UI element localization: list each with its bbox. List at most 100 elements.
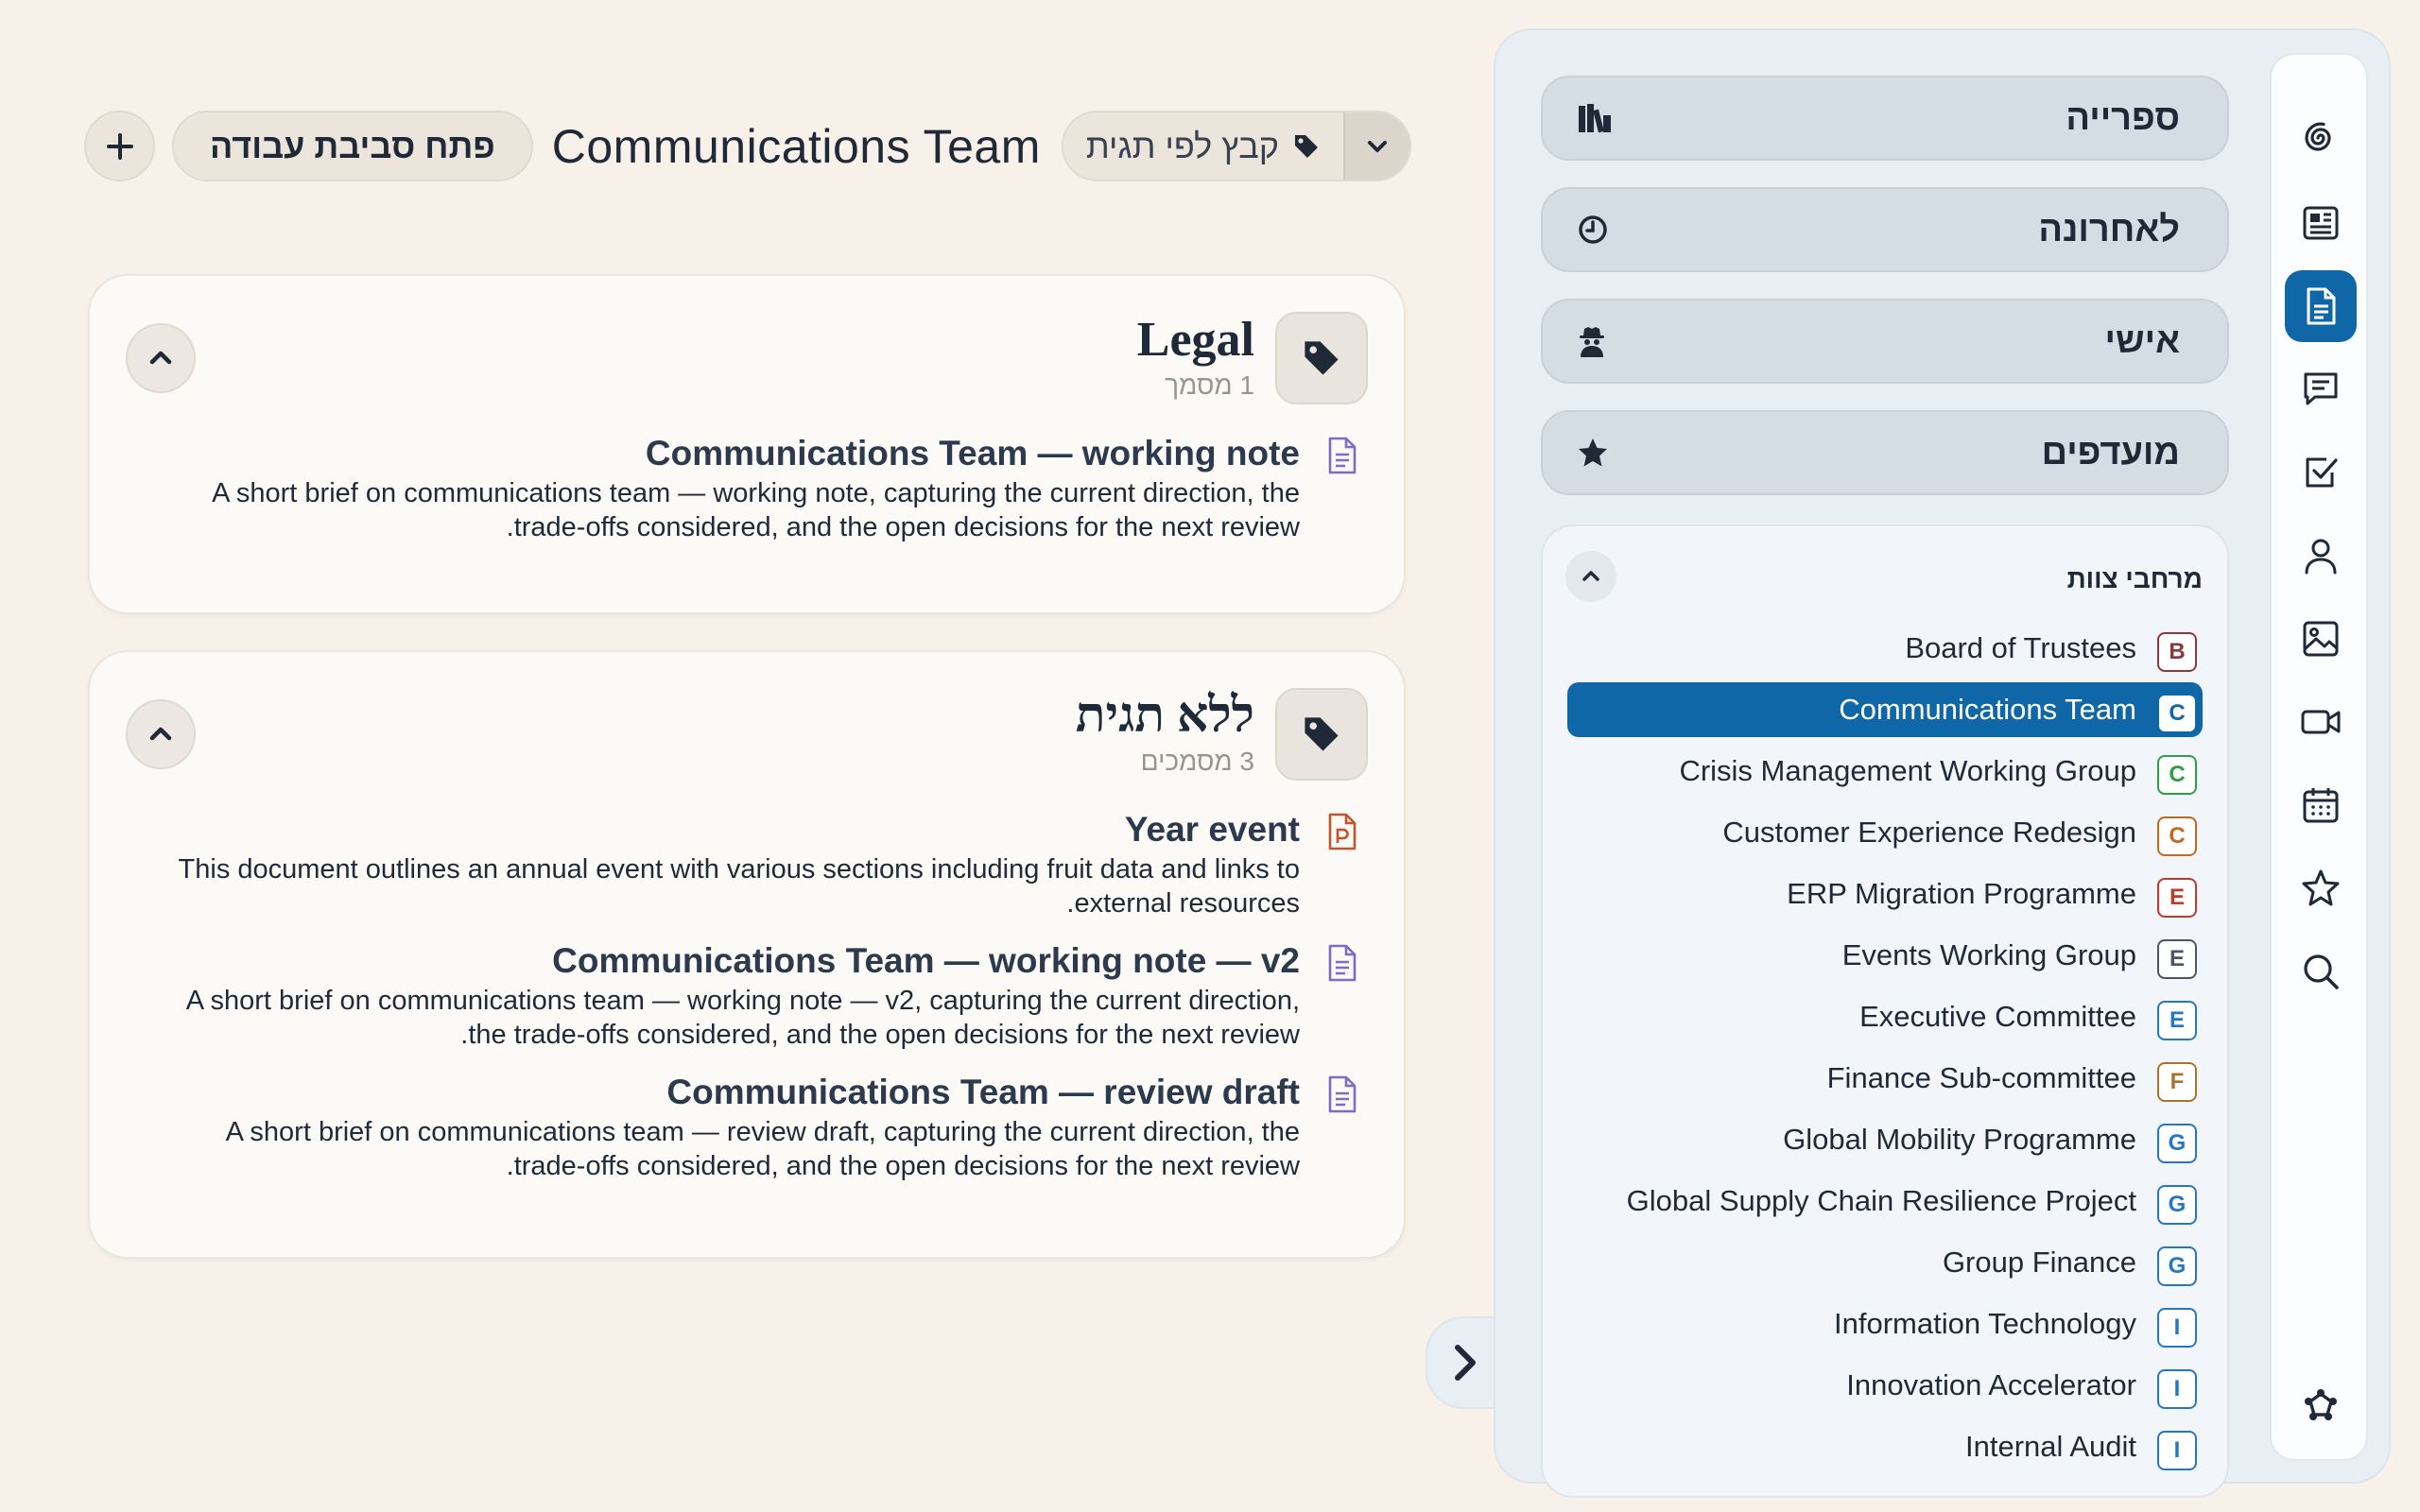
group-by-toggle[interactable] (1343, 112, 1410, 180)
image-icon[interactable] (2285, 603, 2357, 675)
workspace-item[interactable]: Global Mobility Programme G (1567, 1112, 2203, 1167)
document-item[interactable]: Year event This document outlines an ann… (90, 807, 1404, 920)
group-tag-badge (1275, 688, 1368, 781)
checkbox-icon[interactable] (2285, 437, 2357, 508)
group-by-current[interactable]: קבץ לפי תגית (1063, 112, 1343, 180)
tag-icon (1295, 134, 1319, 158)
workspace-badge: B (2157, 632, 2197, 672)
document-icon (1328, 437, 1357, 474)
workspace-name: Events Working Group (1841, 938, 2136, 971)
workspace-item[interactable]: Customer Experience Redesign C (1567, 805, 2203, 860)
document-icon (1328, 944, 1357, 982)
document-title[interactable]: Communications Team — review draft (147, 1070, 1300, 1115)
workspace-name: Global Mobility Programme (1783, 1123, 2136, 1156)
workspace-item[interactable]: Communications Team C (1567, 682, 2203, 737)
page-title: Communications Team (551, 119, 1041, 173)
collapse-group-button[interactable] (126, 323, 196, 393)
tag-icon (1305, 717, 1339, 751)
workspace-name: Crisis Management Working Group (1679, 754, 2136, 787)
tag-icon (1305, 341, 1339, 375)
workspace-name: Information Technology (1834, 1307, 2136, 1340)
page-header: פתח סביבת עבודה Communications Team קבץ … (84, 111, 1412, 181)
document-icon[interactable] (2285, 270, 2357, 342)
workspace-name: Innovation Accelerator (1846, 1368, 2136, 1401)
team-workspaces-section: מרחבי צוות Board of Trustees B Communicati… (1541, 524, 2229, 1498)
sidebar-item-library[interactable]: ספרייה (1541, 76, 2229, 161)
workspace-item[interactable]: Global Supply Chain Resilience Project G (1567, 1174, 2203, 1228)
sidebar-item-label: ספרייה (2066, 97, 2180, 138)
document-title[interactable]: Communications Team — working note (147, 431, 1300, 476)
group-by-label: קבץ לפי תגית (1085, 126, 1280, 165)
tag-group-card: ללא תגית 3 מסמכים Year event This docume… (88, 650, 1406, 1259)
workspace-badge: E (2157, 878, 2197, 918)
document-description: A short brief on communications team — w… (185, 986, 1300, 1050)
video-icon[interactable] (2285, 686, 2357, 758)
collapse-workspaces-button[interactable] (1565, 551, 1616, 602)
workspace-list: Board of Trustees B Communications Team C Cr… (1543, 621, 2227, 1474)
workspace-item[interactable]: Finance Sub-committee F (1567, 1051, 2203, 1106)
workspace-item[interactable]: Group Finance G (1567, 1235, 2203, 1290)
workspace-item[interactable]: Board of Trustees B (1567, 621, 2203, 676)
workspace-name: Global Supply Chain Resilience Project (1626, 1184, 2136, 1217)
group-doc-count: 1 מסמך (1165, 370, 1254, 400)
sidebar-item-label: אישי (2104, 320, 2180, 361)
user-icon[interactable] (2285, 520, 2357, 592)
sidebar-panel: ספרייה לאחרונה אישי מועדפים מרחבי צוות B… (1494, 28, 2391, 1498)
add-button[interactable] (84, 111, 155, 181)
workspace-name: ERP Migration Programme (1787, 877, 2136, 910)
settings-icon[interactable] (2285, 1370, 2357, 1442)
user-secret-icon (1580, 327, 1604, 357)
group-title: Legal (1136, 313, 1254, 367)
workspace-item[interactable]: Executive Committee E (1567, 989, 2203, 1044)
open-workspace-button[interactable]: פתח סביבת עבודה (172, 111, 533, 181)
workspace-badge: C (2157, 755, 2197, 795)
workspace-name: Customer Experience Redesign (1722, 816, 2136, 849)
workspace-name: Finance Sub-committee (1826, 1061, 2136, 1094)
calendar-icon[interactable] (2285, 769, 2357, 841)
chat-icon[interactable] (2285, 353, 2357, 425)
group-tag-badge (1275, 312, 1368, 404)
document-description: A short brief on communications team — r… (225, 1117, 1300, 1181)
document-icon (1328, 1075, 1357, 1113)
workspace-badge: F (2157, 1062, 2197, 1102)
workspace-item[interactable]: Crisis Management Working Group C (1567, 744, 2203, 799)
sidebar-item-label: מועדפים (2041, 432, 2180, 472)
document-description: A short brief on communications team — w… (212, 478, 1300, 542)
workspace-badge: E (2157, 1001, 2197, 1040)
collapse-group-button[interactable] (126, 699, 196, 769)
plus-icon (106, 132, 133, 160)
sidebar-item-recent[interactable]: לאחרונה (1541, 187, 2229, 272)
spiral-logo-icon[interactable] (2285, 102, 2357, 174)
sidebar-item-favorites[interactable]: מועדפים (1541, 410, 2229, 495)
workspace-item[interactable]: ERP Migration Programme E (1567, 867, 2203, 921)
document-title[interactable]: Communications Team — working note — v2 (147, 938, 1300, 984)
star-icon[interactable] (2285, 852, 2357, 924)
chevron-up-icon (149, 727, 172, 741)
star-icon (1579, 438, 1607, 467)
workspace-item[interactable]: Events Working Group E (1567, 928, 2203, 983)
workspace-badge: G (2157, 1185, 2197, 1225)
workspace-item[interactable]: Internal Audit I (1567, 1419, 2203, 1474)
workspace-badge: G (2157, 1124, 2197, 1163)
document-item[interactable]: Communications Team — working note A sho… (90, 431, 1404, 544)
workspace-item[interactable]: Innovation Accelerator I (1567, 1358, 2203, 1413)
chevron-down-icon (1368, 140, 1388, 152)
chevron-up-icon (1582, 571, 1599, 581)
group-by-dropdown[interactable]: קבץ לפי תגית (1061, 111, 1412, 181)
workspace-name: Communications Team (1839, 693, 2136, 726)
clock-icon (1579, 215, 1607, 244)
chevron-up-icon (149, 351, 172, 365)
document-item[interactable]: Communications Team — working note — v2 … (90, 938, 1404, 1052)
workspace-item[interactable]: Information Technology I (1567, 1297, 2203, 1351)
search-icon[interactable] (2285, 936, 2357, 1007)
workspaces-heading: מרחבי צוות (2066, 564, 2203, 593)
document-title[interactable]: Year event (147, 807, 1300, 852)
workspace-name: Board of Trustees (1905, 631, 2136, 664)
group-title: ללא תגית (1075, 689, 1254, 743)
document-item[interactable]: Communications Team — review draft A sho… (90, 1070, 1404, 1183)
newspaper-icon[interactable] (2285, 187, 2357, 259)
sidebar-item-personal[interactable]: אישי (1541, 299, 2229, 384)
expand-sidebar-button[interactable] (1426, 1316, 1503, 1409)
chevron-right-icon (1455, 1345, 1476, 1381)
sidebar-item-label: לאחרונה (2038, 209, 2180, 249)
